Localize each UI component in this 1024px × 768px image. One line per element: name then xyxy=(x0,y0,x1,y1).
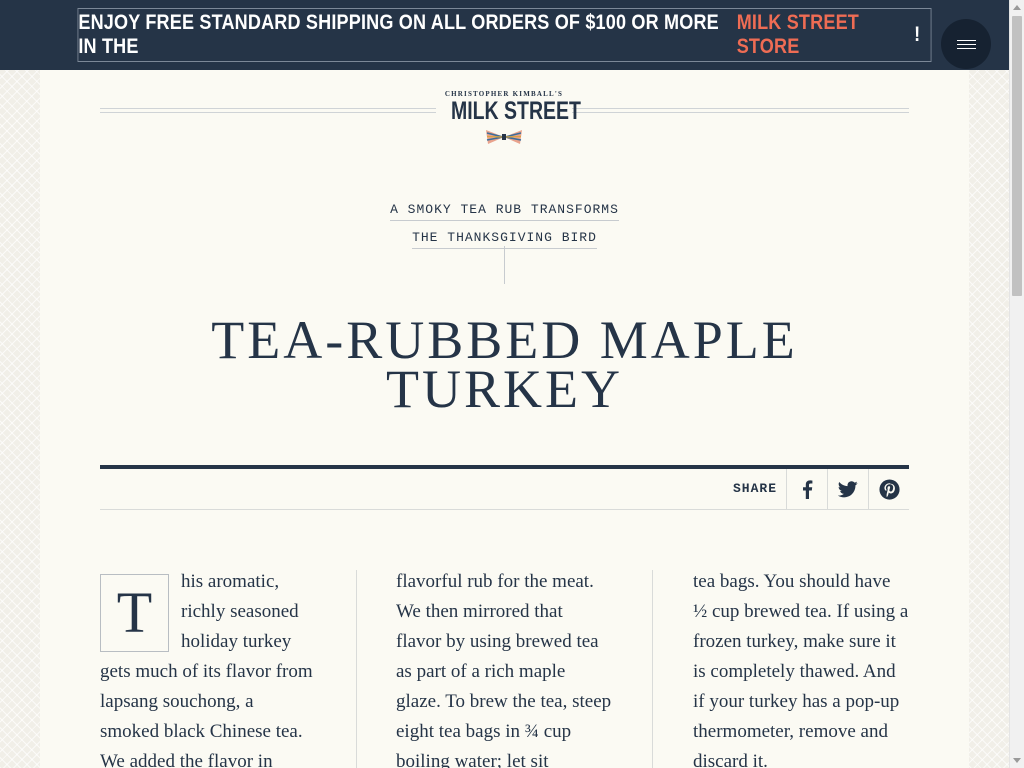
column-divider xyxy=(652,570,653,768)
article-page: CHRISTOPHER KIMBALL'S MILK STREET A SMOK… xyxy=(40,70,969,768)
facebook-icon xyxy=(802,479,812,499)
promo-text: ENJOY FREE STANDARD SHIPPING ON ALL ORDE… xyxy=(77,8,932,62)
scroll-down-arrow-icon[interactable] xyxy=(1013,758,1021,763)
kicker-divider xyxy=(504,246,505,284)
column-divider xyxy=(356,570,357,768)
facebook-share-button[interactable] xyxy=(786,469,827,509)
article-body: T his aromatic, richly seasoned holiday … xyxy=(100,570,909,768)
article-column-2: flavorful rub for the meat. We then mirr… xyxy=(396,570,612,768)
scroll-up-arrow-icon[interactable] xyxy=(1013,5,1021,10)
hamburger-menu-icon xyxy=(956,39,976,49)
logo-rule-right xyxy=(572,108,909,113)
article-kicker: A SMOKY TEA RUB TRANSFORMS THE THANKSGIV… xyxy=(40,196,969,252)
twitter-share-button[interactable] xyxy=(827,469,868,509)
promo-message: ENJOY FREE STANDARD SHIPPING ON ALL ORDE… xyxy=(78,11,719,58)
kicker-line-1: A SMOKY TEA RUB TRANSFORMS xyxy=(390,200,619,221)
menu-button[interactable] xyxy=(941,19,991,69)
promo-suffix: ! xyxy=(914,23,921,46)
column-2-text: flavorful rub for the meat. We then mirr… xyxy=(396,571,612,768)
store-link[interactable]: MILK STREET STORE xyxy=(737,11,914,59)
title-line-2: TURKEY xyxy=(386,359,623,419)
logo-wordmark: MILK STREET xyxy=(450,97,581,125)
column-3-text: tea bags. You should have ½ cup brewed t… xyxy=(693,571,909,768)
article-column-1: T his aromatic, richly seasoned holiday … xyxy=(100,570,316,768)
drop-cap: T xyxy=(100,574,169,652)
promo-banner: ENJOY FREE STANDARD SHIPPING ON ALL ORDE… xyxy=(0,0,1009,70)
pinterest-share-button[interactable] xyxy=(868,469,909,509)
share-label: SHARE xyxy=(732,481,777,496)
milk-street-logo[interactable]: CHRISTOPHER KIMBALL'S MILK STREET xyxy=(436,88,581,154)
article-column-3: tea bags. You should have ½ cup brewed t… xyxy=(693,570,909,768)
page-title: TEA-RUBBED MAPLE TURKEY xyxy=(40,313,969,416)
twitter-icon xyxy=(838,480,858,497)
scrollbar-thumb[interactable] xyxy=(1012,16,1022,296)
share-bar: SHARE xyxy=(100,465,909,510)
page-scrollbar[interactable] xyxy=(1009,0,1024,768)
logo-rule-left xyxy=(100,108,436,113)
bowtie-logo-icon xyxy=(486,130,522,144)
pinterest-icon xyxy=(878,478,900,500)
